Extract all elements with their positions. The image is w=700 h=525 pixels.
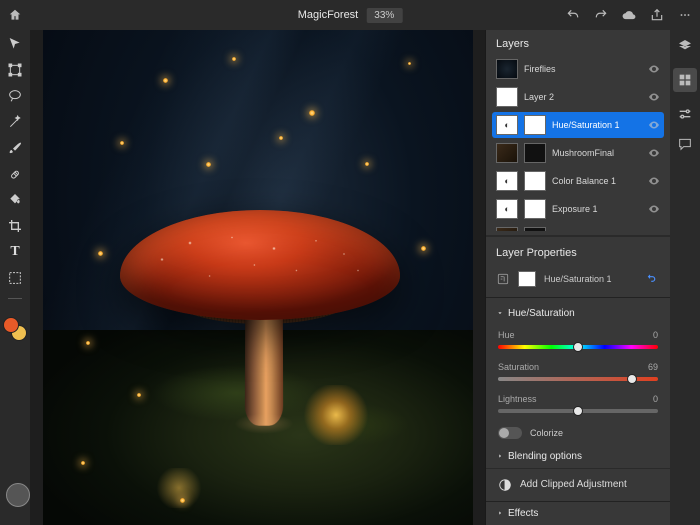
light-slider-row: Lightness 0 bbox=[486, 389, 670, 421]
light-label: Lightness bbox=[498, 394, 537, 404]
hs-section-header[interactable]: Hue/Saturation bbox=[486, 302, 670, 325]
link-icon[interactable] bbox=[646, 272, 660, 286]
blending-section-header[interactable]: Blending options bbox=[486, 445, 670, 468]
effects-label: Effects bbox=[508, 508, 538, 519]
layer-row[interactable]: Fireflies bbox=[492, 56, 664, 82]
more-icon[interactable] bbox=[678, 8, 692, 22]
fill-tool-icon[interactable] bbox=[7, 192, 23, 208]
adjustment-icon bbox=[498, 478, 512, 492]
layer-row[interactable]: MossRocks bbox=[492, 224, 664, 231]
redo-icon[interactable] bbox=[594, 8, 608, 22]
visibility-icon[interactable] bbox=[648, 175, 660, 187]
hs-title: Hue/Saturation bbox=[508, 308, 575, 319]
heal-tool-icon[interactable] bbox=[7, 166, 23, 182]
doc-title: MagicForest 33% bbox=[298, 8, 403, 23]
hue-slider[interactable] bbox=[498, 345, 658, 349]
artwork bbox=[43, 30, 473, 525]
top-bar: MagicForest 33% bbox=[0, 0, 700, 30]
layer-prop-name: Hue/Saturation 1 bbox=[544, 274, 612, 284]
visibility-icon[interactable] bbox=[648, 119, 660, 131]
canvas[interactable] bbox=[30, 30, 485, 525]
wand-tool-icon[interactable] bbox=[7, 114, 23, 130]
transform-tool-icon[interactable] bbox=[7, 62, 23, 78]
colorize-label: Colorize bbox=[530, 428, 563, 438]
layer-name: Color Balance 1 bbox=[552, 176, 642, 186]
hue-value[interactable]: 0 bbox=[653, 330, 658, 340]
hue-label: Hue bbox=[498, 330, 515, 340]
layer-name: Hue/Saturation 1 bbox=[552, 120, 642, 130]
brush-tool-icon[interactable] bbox=[7, 140, 23, 156]
adjustments-panel-icon[interactable] bbox=[677, 106, 693, 122]
sat-slider-row: Saturation 69 bbox=[486, 357, 670, 389]
right-panels: Layers Fireflies Layer 2 ◐Hue/Saturation 1… bbox=[485, 30, 670, 525]
layer-row[interactable]: ◐Exposure 1 bbox=[492, 196, 664, 222]
layers-panel-title: Layers bbox=[486, 30, 670, 56]
tool-bar: T bbox=[0, 30, 30, 525]
light-slider[interactable] bbox=[498, 409, 658, 413]
visibility-icon[interactable] bbox=[648, 147, 660, 159]
properties-panel-icon[interactable] bbox=[673, 68, 697, 92]
crop-tool-icon[interactable] bbox=[7, 218, 23, 234]
visibility-icon[interactable] bbox=[648, 203, 660, 215]
share-icon[interactable] bbox=[650, 8, 664, 22]
comments-panel-icon[interactable] bbox=[677, 136, 693, 152]
doc-name: MagicForest bbox=[298, 9, 359, 21]
zoom-badge[interactable]: 33% bbox=[366, 8, 402, 23]
effects-section-header[interactable]: Effects bbox=[486, 501, 670, 525]
chevron-down-icon bbox=[496, 309, 504, 317]
layer-row[interactable]: ◐Color Balance 1 bbox=[492, 168, 664, 194]
layer-row[interactable]: MushroomFinal bbox=[492, 140, 664, 166]
sat-slider[interactable] bbox=[498, 377, 658, 381]
hue-slider-row: Hue 0 bbox=[486, 325, 670, 357]
layer-name: MushroomFinal bbox=[552, 148, 642, 158]
brush-preview[interactable] bbox=[6, 483, 30, 507]
layer-name: Fireflies bbox=[524, 64, 642, 74]
type-tool-icon[interactable]: T bbox=[7, 244, 23, 260]
layers-panel-icon[interactable] bbox=[677, 38, 693, 54]
chevron-right-icon bbox=[496, 509, 504, 517]
add-adj-label: Add Clipped Adjustment bbox=[520, 479, 627, 490]
cloud-icon[interactable] bbox=[622, 8, 636, 22]
chevron-right-icon bbox=[496, 452, 504, 460]
colorize-row: Colorize bbox=[486, 421, 670, 445]
color-swatches[interactable] bbox=[3, 317, 27, 341]
move-tool-icon[interactable] bbox=[7, 36, 23, 52]
lasso-tool-icon[interactable] bbox=[7, 88, 23, 104]
layer-prop-row: Hue/Saturation 1 bbox=[486, 265, 670, 293]
sat-label: Saturation bbox=[498, 362, 539, 372]
blending-label: Blending options bbox=[508, 451, 582, 462]
layer-row[interactable]: ◐Hue/Saturation 1 bbox=[492, 112, 664, 138]
home-icon[interactable] bbox=[8, 8, 22, 22]
fx-icon[interactable] bbox=[496, 272, 510, 286]
layer-props-title: Layer Properties bbox=[486, 241, 670, 265]
add-adjustment-button[interactable]: Add Clipped Adjustment bbox=[486, 468, 670, 501]
colorize-toggle[interactable] bbox=[498, 427, 522, 439]
right-sidebar bbox=[670, 30, 700, 525]
sat-value[interactable]: 69 bbox=[648, 362, 658, 372]
layer-prop-thumb bbox=[518, 271, 536, 287]
marquee-tool-icon[interactable] bbox=[7, 270, 23, 286]
undo-icon[interactable] bbox=[566, 8, 580, 22]
layer-name: Layer 2 bbox=[524, 92, 642, 102]
layer-name: Exposure 1 bbox=[552, 204, 642, 214]
light-value[interactable]: 0 bbox=[653, 394, 658, 404]
visibility-icon[interactable] bbox=[648, 91, 660, 103]
layers-list: Fireflies Layer 2 ◐Hue/Saturation 1 Mushroo… bbox=[486, 56, 670, 231]
visibility-icon[interactable] bbox=[648, 63, 660, 75]
layer-row[interactable]: Layer 2 bbox=[492, 84, 664, 110]
